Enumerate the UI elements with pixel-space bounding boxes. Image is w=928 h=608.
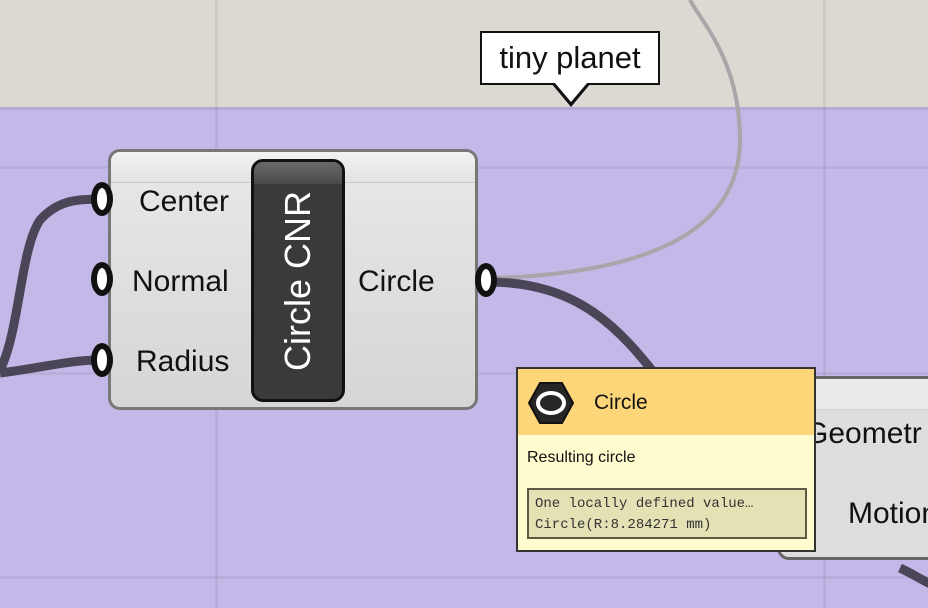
input-grip-center[interactable]: [91, 182, 113, 216]
nickname-text: Circle CNR: [277, 190, 318, 371]
tooltip-data-line: Circle(R:8.284271 mm): [535, 517, 712, 533]
tooltip-data-box: One locally defined value… Circle(R:8.28…: [527, 488, 807, 539]
tooltip-description: Resulting circle: [527, 449, 636, 466]
wire-motion-out[interactable]: [898, 563, 928, 588]
output-grip-circle[interactable]: [475, 263, 497, 297]
wire-radius[interactable]: [0, 355, 101, 378]
input-motion-label[interactable]: Motion: [848, 497, 928, 531]
input-geometry-label[interactable]: Geometr: [805, 417, 922, 451]
circle-param-icon: [527, 381, 575, 430]
input-grip-normal[interactable]: [91, 262, 113, 296]
output-circle-label[interactable]: Circle: [358, 265, 435, 299]
input-radius-label[interactable]: Radius: [136, 345, 229, 379]
wire-circle-out[interactable]: [487, 277, 664, 383]
scribble-text: tiny planet: [499, 40, 641, 75]
tooltip-header: Circle: [518, 369, 814, 435]
input-normal-label[interactable]: Normal: [132, 265, 229, 299]
parameter-tooltip: Circle Resulting circle One locally defi…: [516, 367, 816, 552]
scribble-note[interactable]: tiny planet: [480, 31, 660, 85]
input-grip-radius[interactable]: [91, 343, 113, 377]
scribble-pointer-fill: [554, 82, 588, 102]
tooltip-data-line: One locally defined value…: [535, 496, 754, 512]
nickname-highlight: [254, 162, 342, 184]
component-nickname[interactable]: Circle CNR: [251, 159, 345, 402]
circle-cnr-component[interactable]: Center Normal Radius Circle CNR Circle: [108, 149, 478, 410]
input-center-label[interactable]: Center: [139, 185, 229, 219]
wire-center[interactable]: [0, 194, 101, 373]
tooltip-title: Circle: [594, 391, 648, 414]
